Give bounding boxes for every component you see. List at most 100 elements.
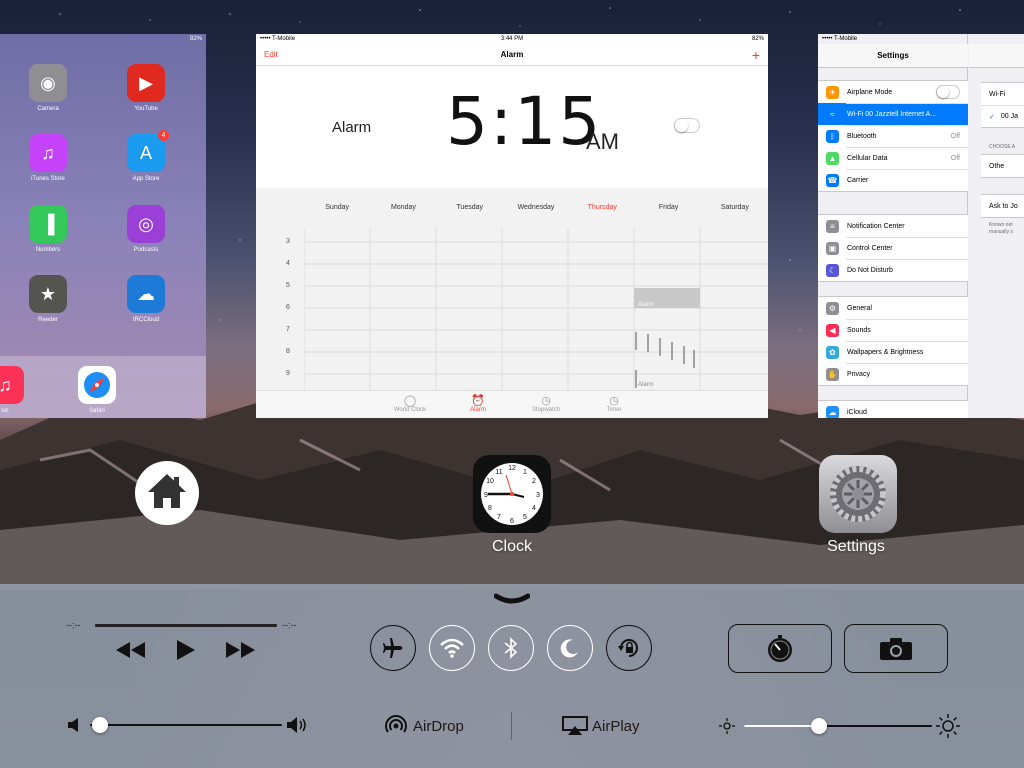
- tab-stopwatch[interactable]: ◷ Stopwatch: [526, 395, 566, 418]
- phone-icon: ☎: [826, 173, 839, 187]
- volume-knob[interactable]: [91, 717, 108, 733]
- bluetooth-icon: [504, 637, 518, 659]
- svg-text:4: 4: [532, 505, 536, 512]
- home-app-8[interactable]: ☁ IRCCloud: [127, 275, 165, 323]
- wifi-row[interactable]: Wi-Fi: [981, 83, 1024, 105]
- fast-forward-icon[interactable]: [226, 642, 256, 658]
- airplane-mode-toggle[interactable]: [370, 625, 416, 671]
- settings-row-label: Privacy: [847, 370, 870, 378]
- home-app-2[interactable]: ▶ YouTube: [127, 64, 165, 112]
- hour-label: 6: [286, 304, 290, 311]
- home-app-7[interactable]: ★ Reeder: [29, 275, 67, 323]
- current-network-row[interactable]: ✓ 00 Ja: [981, 105, 1024, 127]
- weekday-friday: Friday: [658, 204, 679, 211]
- navigation-bar: Edit Alarm +: [256, 44, 768, 66]
- home-app-5[interactable]: ▐ Numbers: [29, 205, 67, 253]
- tab-alarm[interactable]: ⏰ Alarm: [458, 395, 498, 418]
- youtube-icon: ▶: [127, 64, 165, 102]
- settings-group: ⚙ General ◀ Sounds ✿ Wallpapers & Brightness ✋…: [818, 296, 968, 386]
- airdrop-button[interactable]: AirDrop: [413, 718, 464, 735]
- settings-group: ✈ Airplane Mode ≈ Wi-Fi 00 Jazztell Interne…: [818, 80, 968, 192]
- app-label: YouTube: [134, 106, 158, 112]
- add-alarm-button[interactable]: +: [595, 47, 760, 63]
- svg-text:2: 2: [532, 478, 536, 485]
- weekday-saturday: Saturday: [720, 204, 749, 211]
- settings-app-card[interactable]: ••••• T-Mobile Settings ✈ Airplane Mode ≈ W…: [818, 34, 1024, 418]
- bluetooth-toggle[interactable]: [488, 625, 534, 671]
- svg-text:9: 9: [484, 492, 488, 499]
- tab-world-clock[interactable]: ◯ World Clock: [390, 395, 430, 418]
- settings-row-label: Sounds: [847, 326, 871, 334]
- dock-safari[interactable]: Safari: [78, 366, 116, 414]
- airplay-button[interactable]: AirPlay: [592, 718, 640, 735]
- ask-to-join-row[interactable]: Ask to Jo: [981, 195, 1024, 217]
- settings-row[interactable]: ᛒ Bluetooth Off: [818, 125, 968, 147]
- home-app-4[interactable]: A 4 App Store: [127, 130, 169, 182]
- airplane-mode-switch[interactable]: [936, 85, 960, 99]
- app-label: Numbers: [35, 247, 61, 253]
- settings-row[interactable]: ▣ Control Center: [818, 237, 968, 259]
- home-screen-button[interactable]: [134, 460, 200, 531]
- playback-scrubber[interactable]: [95, 624, 277, 627]
- camera-button[interactable]: [844, 624, 948, 673]
- clock-icon: 12123 4567 891011: [473, 455, 551, 533]
- wifi-toggle[interactable]: [429, 625, 475, 671]
- numbers-icon: ▐: [29, 205, 67, 243]
- settings-row-label: General: [847, 304, 872, 312]
- do-not-disturb-toggle[interactable]: [547, 625, 593, 671]
- home-app-3[interactable]: ♫ iTunes Store: [29, 134, 67, 182]
- dock-music[interactable]: ♫ sic: [0, 366, 24, 414]
- rewind-icon[interactable]: [116, 642, 146, 658]
- moon-icon: [560, 639, 578, 658]
- week-view: Sunday Monday Tuesday Wednesday Thursday Frid…: [256, 188, 768, 390]
- settings-row-label: Wi-Fi 00 Jazztell Internet A...: [847, 110, 937, 118]
- chevron-down-icon[interactable]: [494, 592, 530, 606]
- nav-title: Alarm: [500, 50, 524, 59]
- settings-row[interactable]: ✋ Privacy: [818, 363, 968, 385]
- other-network-row[interactable]: Othe: [981, 155, 1024, 177]
- alarm-toggle[interactable]: [674, 118, 700, 133]
- settings-row-label: Do Not Disturb: [847, 266, 893, 274]
- svg-text:8: 8: [488, 505, 492, 512]
- tab-timer[interactable]: ◷ Timer: [594, 395, 634, 418]
- settings-row[interactable]: ☾ Do Not Disturb: [818, 259, 968, 281]
- alarm-clock-icon: ⏰: [471, 395, 485, 407]
- settings-row[interactable]: ≈ Wi-Fi 00 Jazztell Internet A...: [818, 103, 968, 125]
- home-app-1[interactable]: ◉ Camera: [29, 64, 67, 112]
- alarm-row[interactable]: Alarm 5:15 AM: [256, 67, 768, 187]
- alarm-time: 5:15: [446, 83, 603, 160]
- settings-row[interactable]: ▲ Cellular Data Off: [818, 147, 968, 169]
- brightness-knob[interactable]: [811, 718, 828, 734]
- hour-label: 4: [286, 260, 290, 267]
- edit-button[interactable]: Edit: [264, 50, 429, 59]
- known-networks-note: manually s: [989, 229, 1013, 235]
- dock: ♫ sic Safari: [0, 356, 206, 418]
- play-icon[interactable]: [177, 640, 195, 660]
- hour-label: 3: [286, 238, 290, 245]
- airdrop-icon: [385, 715, 407, 733]
- app-label: iTunes Store: [31, 176, 65, 182]
- svg-text:5: 5: [523, 514, 527, 521]
- settings-row[interactable]: ✿ Wallpapers & Brightness: [818, 341, 968, 363]
- house-icon: [135, 461, 199, 525]
- rotation-lock-toggle[interactable]: [606, 625, 652, 671]
- settings-row-label: Control Center: [847, 244, 893, 252]
- clock-app-card[interactable]: ••••• T-Mobile 3:44 PM 82% Edit Alarm + …: [256, 34, 768, 418]
- cellular-icon: ▲: [826, 151, 839, 165]
- settings-row[interactable]: ☁ iCloud: [818, 401, 968, 418]
- app-store-icon: A4: [127, 130, 169, 172]
- settings-app-icon[interactable]: [819, 455, 897, 538]
- settings-row[interactable]: ◀ Sounds: [818, 319, 968, 341]
- settings-row[interactable]: ✈ Airplane Mode: [818, 81, 968, 103]
- flower-icon: ✿: [826, 345, 839, 359]
- home-app-6[interactable]: ◎ Podcasts: [127, 205, 165, 253]
- home-screen-card[interactable]: 82% ◉ Camera ▶ YouTube ♫ iTunes Store A 4 App St…: [0, 34, 206, 418]
- volume-slider[interactable]: [90, 724, 282, 726]
- settings-row[interactable]: ≡ Notification Center: [818, 215, 968, 237]
- settings-row[interactable]: ☎ Carrier: [818, 169, 968, 191]
- checkmark-icon: ✓: [989, 113, 995, 121]
- hour-label: 7: [286, 326, 290, 333]
- settings-row[interactable]: ⚙ General: [818, 297, 968, 319]
- timer-button[interactable]: [728, 624, 832, 673]
- clock-app-icon[interactable]: 12 1 2 3 4567 8 9 10 11: [473, 455, 551, 538]
